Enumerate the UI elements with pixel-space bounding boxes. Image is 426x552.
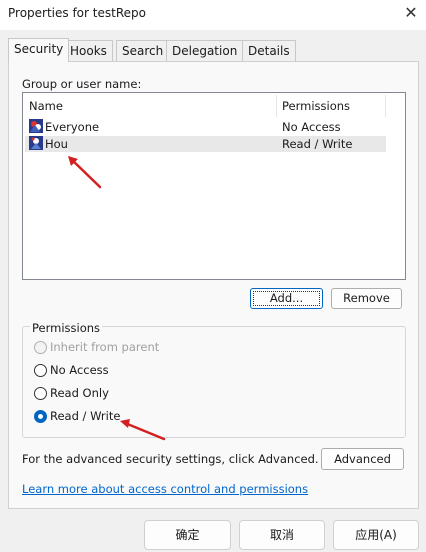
user-permission: No Access — [282, 120, 341, 134]
tab-hooks[interactable]: Hooks — [64, 40, 113, 61]
column-divider — [385, 95, 386, 117]
tab-details[interactable]: Details — [242, 40, 296, 61]
radio-circle-checked[interactable] — [34, 410, 47, 423]
ok-button[interactable]: 确定 — [144, 520, 231, 550]
radio-label[interactable]: Read Only — [50, 386, 109, 400]
user-icon — [29, 136, 43, 150]
apply-button[interactable]: 应用(A) — [333, 520, 419, 550]
user-name: Hou — [45, 137, 68, 151]
tab-security[interactable]: Security — [8, 38, 70, 62]
window-title: Properties for testRepo — [8, 6, 146, 20]
annotation-arrow-permission — [120, 419, 166, 441]
annotation-arrow-user — [68, 156, 102, 189]
add-button[interactable]: Add... — [250, 288, 323, 309]
tab-search[interactable]: Search — [116, 40, 170, 61]
cancel-button[interactable]: 取消 — [239, 520, 325, 550]
radio-circle[interactable] — [34, 387, 47, 400]
list-item[interactable]: Everyone No Access — [25, 119, 386, 135]
user-name: Everyone — [45, 120, 100, 134]
advanced-description: For the advanced security settings, clic… — [22, 452, 319, 466]
radio-label[interactable]: No Access — [50, 363, 109, 377]
advanced-button[interactable]: Advanced — [321, 448, 404, 470]
radio-circle[interactable] — [34, 364, 47, 377]
tab-delegation[interactable]: Delegation — [166, 40, 244, 61]
learn-more-link[interactable]: Learn more about access control and perm… — [22, 482, 308, 496]
user-permission: Read / Write — [282, 137, 353, 151]
radio-circle — [34, 341, 47, 354]
group-or-user-label: Group or user name: — [22, 77, 142, 91]
radio-label: Inherit from parent — [50, 340, 160, 354]
users-icon — [29, 119, 43, 133]
column-header-permissions[interactable]: Permissions — [282, 99, 350, 113]
close-icon[interactable]: ✕ — [400, 2, 422, 24]
column-divider — [276, 95, 277, 117]
permissions-group-label: Permissions — [30, 321, 103, 335]
radio-label[interactable]: Read / Write — [50, 409, 120, 423]
column-header-name[interactable]: Name — [29, 99, 63, 113]
remove-button[interactable]: Remove — [331, 288, 402, 309]
